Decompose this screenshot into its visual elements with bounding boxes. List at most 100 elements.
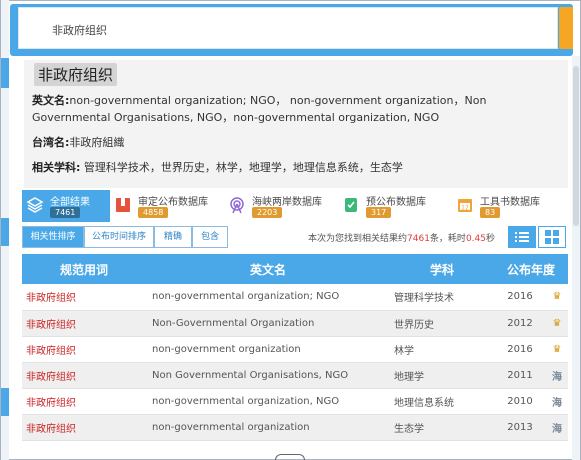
left-rail-tab[interactable] (1, 388, 9, 416)
english-name-label: 英文名: (32, 94, 70, 107)
results-table: 规范用词 英文名 学科 公布年度 非政府组织 non-governmental o… (22, 254, 568, 441)
search-button[interactable] (559, 7, 573, 49)
summary-time: 0.45 (465, 234, 486, 244)
cross-strait-badge-icon: 海 (552, 423, 562, 435)
table-row[interactable]: 非政府组织 Non Governmental Organisations, NGO… (22, 362, 568, 389)
tab-count: 317 (366, 207, 392, 218)
match-contains-button[interactable]: 包含 (192, 226, 228, 248)
sort-date-button[interactable]: 公布时间排序 (84, 226, 154, 248)
scrollbar[interactable] (572, 56, 580, 460)
source-badge-cell: ♛ (546, 336, 568, 363)
english-name-row: 英文名:non-governmental organization; NGO， … (32, 92, 562, 126)
year-cell: 2016 (494, 284, 546, 311)
table-row[interactable]: 非政府组织 Non-Governmental Organization 世界历史 20… (22, 310, 568, 337)
entry-title: 非政府组织 (34, 63, 118, 86)
term-cell[interactable]: 非政府组织 (22, 414, 146, 441)
tab-count: 2203 (252, 207, 283, 218)
taiwan-name-row: 台湾名:非政府組織 (32, 134, 124, 151)
tab-count: 83 (480, 207, 501, 218)
english-cell: non-government organization (146, 336, 390, 363)
year-cell: 2013 (494, 414, 546, 441)
english-cell: non-governmental organization (146, 414, 390, 441)
summary-count: 7461 (407, 234, 430, 244)
english-cell: Non-Governmental Organization (146, 310, 390, 337)
cross-strait-badge-icon: 海 (552, 371, 562, 383)
header-english[interactable]: 英文名 (146, 254, 390, 284)
tab-label: 全部结果 (50, 197, 90, 208)
source-badge-cell: ♛ (546, 310, 568, 337)
database-tabs: 全部结果 7461 审定公布数据库 4858 海峡两岸数据库 2203 预公布数… (22, 190, 568, 224)
related-subjects-value: 管理科学技术，世界历史，林学，地理学，地理信息系统，生态学 (83, 161, 403, 174)
approved-badge-icon: ♛ (552, 317, 562, 329)
tab-count: 4858 (138, 207, 169, 218)
header-term[interactable]: 规范用词 (22, 254, 146, 284)
broadcast-icon (230, 197, 244, 214)
source-badge-cell: 海 (546, 388, 568, 415)
term-cell[interactable]: 非政府组织 (22, 284, 146, 311)
cross-strait-badge-icon: 海 (552, 397, 562, 409)
sort-bar: 相关性排序 公布时间排序 精确 包含 本次为您找到相关结果约7461条，耗时0.… (22, 226, 568, 250)
year-cell: 2012 (494, 310, 546, 337)
related-subjects-label: 相关学科: (32, 161, 81, 174)
term-entry-card: 非政府组织 英文名:non-governmental organization;… (24, 60, 568, 188)
term-cell[interactable]: 非政府组织 (22, 310, 146, 337)
document-check-icon (345, 198, 357, 212)
subject-cell: 地理学 (390, 362, 494, 389)
table-row[interactable]: 非政府组织 non-governmental organization 生态学 201… (22, 414, 568, 441)
layers-icon (26, 197, 44, 213)
year-cell: 2011 (494, 362, 546, 389)
search-query: 非政府组织 (52, 24, 107, 37)
table-row[interactable]: 非政府组织 non-government organization 林学 2016 ♛ (22, 336, 568, 363)
summary-mid: 条，耗时 (429, 234, 466, 244)
english-cell: Non Governmental Organisations, NGO (146, 362, 390, 389)
year-cell: 2016 (494, 336, 546, 363)
tab-label: 审定公布数据库 (138, 197, 208, 208)
subject-cell: 管理科学技术 (390, 284, 494, 311)
svg-text:12: 12 (461, 205, 469, 212)
list-view-button[interactable] (508, 226, 536, 248)
source-badge-cell: 海 (546, 414, 568, 441)
tab-label: 工具书数据库 (480, 197, 540, 208)
term-cell[interactable]: 非政府组织 (22, 362, 146, 389)
left-rail-tab[interactable] (1, 58, 9, 88)
match-exact-button[interactable]: 精确 (154, 226, 192, 248)
table-row[interactable]: 非政府组织 non-governmental organization; NGO 管… (22, 284, 568, 311)
tab-label: 预公布数据库 (366, 197, 426, 208)
taiwan-name-value: 非政府組織 (69, 136, 125, 149)
tab-all-results[interactable]: 全部结果 7461 (22, 190, 110, 222)
tab-cross-strait-database[interactable]: 海峡两岸数据库 2203 (224, 190, 338, 222)
search-input[interactable]: 非政府组织 (18, 7, 558, 49)
english-cell: non-governmental organization, NGO (146, 388, 390, 415)
search-bar: 非政府组织 (10, 4, 573, 56)
table-row[interactable]: 非政府组织 non-governmental organization, NGO 地… (22, 388, 568, 415)
bottom-handle[interactable] (275, 454, 305, 460)
left-rail-tab[interactable] (1, 218, 9, 246)
header-year[interactable]: 公布年度 (494, 254, 568, 284)
result-summary: 本次为您找到相关结果约7461条，耗时0.45秒 (308, 231, 495, 244)
table-header: 规范用词 英文名 学科 公布年度 (22, 254, 568, 284)
grid-icon (545, 230, 559, 244)
year-cell: 2010 (494, 388, 546, 415)
grid-view-button[interactable] (538, 226, 566, 248)
subject-cell: 林学 (390, 336, 494, 363)
calendar-icon: 12 (458, 199, 472, 212)
book-icon (116, 198, 130, 212)
scrollbar-thumb[interactable] (573, 66, 579, 226)
header-subject[interactable]: 学科 (390, 254, 494, 284)
subject-cell: 生态学 (390, 414, 494, 441)
term-cell[interactable]: 非政府组织 (22, 336, 146, 363)
sort-relevance-button[interactable]: 相关性排序 (22, 226, 84, 248)
tab-approved-database[interactable]: 审定公布数据库 4858 (110, 190, 224, 222)
approved-badge-icon: ♛ (552, 343, 562, 355)
source-badge-cell: 海 (546, 362, 568, 389)
approved-badge-icon: ♛ (552, 291, 562, 303)
source-badge-cell: ♛ (546, 284, 568, 311)
english-cell: non-governmental organization; NGO (146, 284, 390, 311)
subject-cell: 地理信息系统 (390, 388, 494, 415)
term-cell[interactable]: 非政府组织 (22, 388, 146, 415)
summary-prefix: 本次为您找到相关结果约 (308, 234, 408, 244)
tab-reference-book-database[interactable]: 12 工具书数据库 83 (452, 190, 568, 222)
tab-pre-publish-database[interactable]: 预公布数据库 317 (338, 190, 452, 222)
summary-suffix: 秒 (485, 234, 495, 244)
related-subjects-row: 相关学科: 管理科学技术，世界历史，林学，地理学，地理信息系统，生态学 (32, 159, 403, 176)
